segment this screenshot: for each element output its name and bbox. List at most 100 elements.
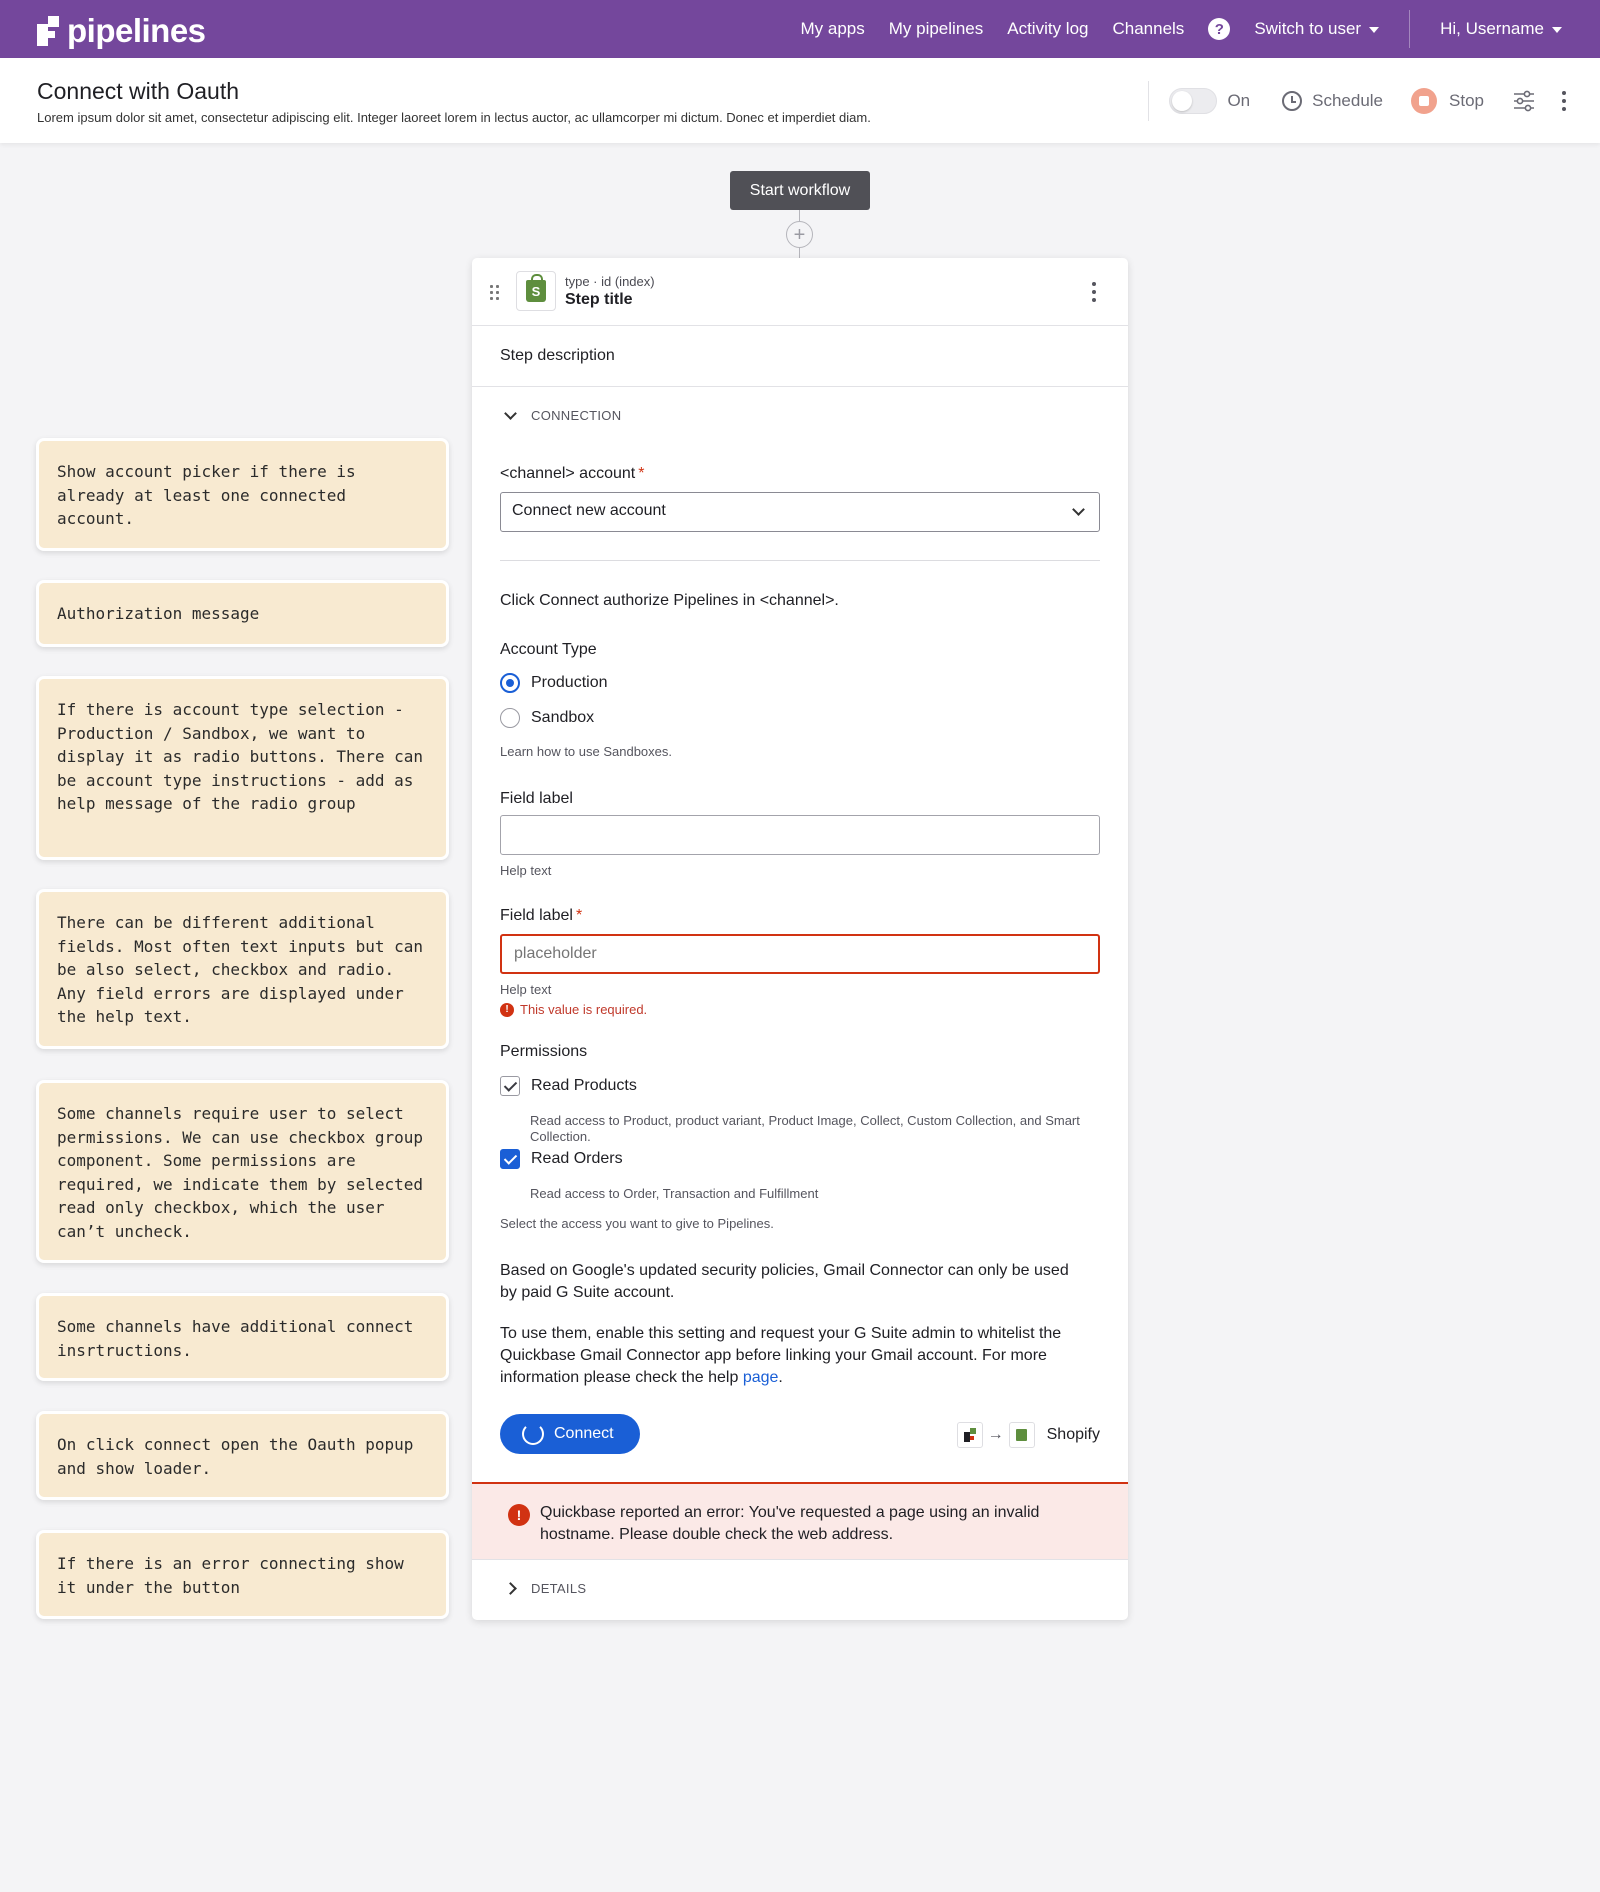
annotation-note: Some channels require user to select per… [36,1080,449,1263]
radio-production-label: Production [531,674,608,691]
field1-label: Field label [500,790,573,807]
pipelines-logo-icon [37,16,61,46]
header-actions: On Schedule Stop [1148,58,1570,143]
help-icon[interactable]: ? [1208,18,1231,40]
field2-error-text: This value is required. [520,1002,648,1017]
connection-diagram: → Shopify [956,1422,1100,1448]
step-more-icon[interactable] [1088,282,1100,302]
connection-section-toggle[interactable]: CONNECTION [504,406,621,423]
connect-instructions-2: To use them, enable this setting and req… [500,1323,1080,1389]
start-workflow-button[interactable]: Start workflow [730,171,870,210]
details-label: DETAILS [531,1581,587,1596]
radio-sandbox[interactable]: Sandbox [500,708,594,728]
nav-channels[interactable]: Channels [1100,19,1196,39]
radio-production[interactable]: Production [500,673,608,693]
checkbox-readonly-checked-icon [500,1076,520,1096]
user-menu[interactable]: Hi, Username [1428,19,1574,39]
schedule-button[interactable]: Schedule [1282,90,1384,111]
annotation-note: If there is account type selection - Pro… [36,676,449,860]
chevron-right-icon [504,1582,517,1595]
toggle-label: On [1227,90,1251,110]
switch-user-label: Switch to user [1254,19,1362,38]
account-type-help[interactable]: Learn how to use Sandboxes. [500,744,672,759]
nav-my-apps[interactable]: My apps [788,19,876,39]
permission-read-products-desc: Read access to Product, product variant,… [530,1113,1080,1144]
page-subtitle: Lorem ipsum dolor sit amet, consectetur … [37,110,871,125]
account-type-label: Account Type [500,641,597,658]
shopify-mini-icon [1008,1422,1035,1448]
step-description: Step description [472,326,1128,387]
annotation-note: There can be different additional fields… [36,889,449,1049]
target-channel-name: Shopify [1046,1426,1100,1443]
field2-help: Help text [500,982,552,997]
instructions-end: . [778,1369,783,1386]
step-meta: type · id (index) [565,274,655,289]
field1-input[interactable] [500,815,1100,855]
nav-divider [1409,10,1411,48]
stop-button[interactable]: Stop [1411,87,1484,114]
permissions-help: Select the access you want to give to Pi… [500,1216,774,1231]
field1-help: Help text [500,863,552,878]
sliders-icon [1514,90,1534,111]
pipeline-on-toggle[interactable] [1169,87,1218,114]
nav-my-pipelines[interactable]: My pipelines [877,19,996,39]
field2-input[interactable] [500,934,1100,974]
permission-read-orders[interactable]: Read Orders [500,1149,623,1169]
logo-text: pipelines [67,12,206,49]
permission-read-orders-desc: Read access to Order, Transaction and Fu… [530,1186,819,1201]
switch-user-menu[interactable]: Switch to user [1242,19,1391,39]
account-label-text: <channel> account [500,465,636,482]
account-label: <channel> account * [500,465,644,483]
required-mark: * [638,465,645,482]
stop-label: Stop [1449,90,1484,110]
more-options-icon[interactable] [1558,90,1570,111]
connect-button[interactable]: Connect [500,1414,640,1454]
connect-button-label: Connect [554,1425,614,1442]
settings-button[interactable] [1512,90,1536,112]
authorization-message: Click Connect authorize Pipelines in <ch… [500,592,839,609]
connection-error-banner: ! Quickbase reported an error: You've re… [472,1482,1128,1560]
page-header: Connect with Oauth Lorem ipsum dolor sit… [0,58,1600,143]
annotation-note: On click connect open the Oauth popup an… [36,1411,449,1500]
annotation-note: Authorization message [36,580,449,647]
clock-icon [1282,90,1303,111]
required-mark: * [575,907,583,924]
connect-instructions-1: Based on Google's updated security polic… [500,1262,1069,1301]
error-icon: ! [508,1504,530,1526]
pipelines-mini-icon [956,1422,983,1448]
page-title: Connect with Oauth [37,78,240,104]
error-icon: ! [500,1002,514,1017]
permission-read-products-label: Read Products [531,1077,637,1094]
arrow-right-icon: → [987,1426,1004,1443]
header-divider [1148,80,1150,121]
account-select[interactable]: Connect new account [500,492,1100,532]
field2-label-text: Field label [500,907,573,924]
drag-handle-icon[interactable] [490,285,499,300]
help-page-link[interactable]: page [743,1369,779,1386]
permissions-label: Permissions [500,1043,588,1060]
user-greeting: Hi, Username [1440,19,1544,38]
add-step-icon[interactable]: + [786,221,813,248]
shopify-bag-icon: S [526,274,546,302]
details-toggle[interactable]: DETAILS [504,1581,587,1596]
annotation-note: Some channels have additional connect in… [36,1293,449,1381]
field2-error: ! This value is required. [500,1002,647,1017]
nav-menu: My apps My pipelines Activity log Channe… [788,0,1600,58]
nav-activity-log[interactable]: Activity log [995,19,1100,39]
step-title: Step title [565,291,633,308]
field2-label: Field label * [500,907,582,925]
radio-selected-icon [500,673,520,693]
annotation-note: If there is an error connecting show it … [36,1530,449,1619]
schedule-label: Schedule [1312,90,1384,110]
chevron-down-icon [1072,503,1085,516]
radio-unselected-icon [500,708,520,728]
step-card-header: S type · id (index) Step title [472,258,1128,326]
pipelines-logo[interactable]: pipelines [37,12,206,50]
caret-down-icon [1369,26,1380,33]
stop-icon [1411,87,1438,114]
annotation-note: Show account picker if there is already … [36,438,449,551]
radio-sandbox-label: Sandbox [531,709,595,726]
shopify-app-icon: S [516,271,556,311]
permission-read-orders-label: Read Orders [531,1150,623,1167]
top-nav: pipelines My apps My pipelines Activity … [0,0,1600,58]
